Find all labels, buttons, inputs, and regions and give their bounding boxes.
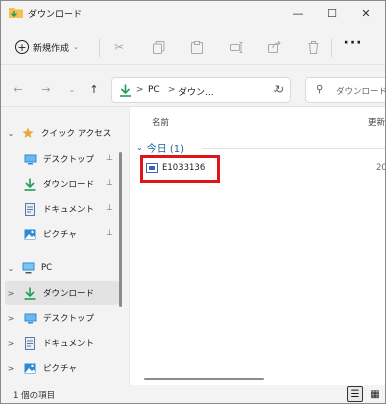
documents-icon [23,336,37,350]
sidebar-item-pc-desktop[interactable]: > デスクトップ [5,306,119,330]
sidebar-item-quick-access[interactable]: ⌄ クイック アクセス [5,121,119,145]
download-icon [23,178,37,191]
file-date: 2022 [376,163,386,173]
maximize-button[interactable]: ☐ [317,1,347,25]
minimize-button[interactable]: — [283,1,313,25]
folder-icon [9,8,23,18]
documents-icon [23,202,37,216]
refresh-icon[interactable]: ↻ [275,83,284,96]
toolbar-divider [331,39,332,57]
sidebar-item-label: ドキュメント [43,339,95,349]
title-bar: ダウンロード — ☐ ✕ [1,1,385,25]
sidebar-item-label: デスクトップ [43,155,95,165]
up-button[interactable]: ↑ [85,80,103,98]
back-button[interactable]: ← [9,80,27,98]
desktop-icon [23,153,37,166]
recent-locations-button[interactable]: ⌄ [63,80,81,98]
address-bar[interactable]: > PC > ダウン... ⌄ [111,77,291,103]
tiles-view-button[interactable]: ▦ [367,386,383,402]
pictures-icon [23,228,37,241]
file-name: E1033136 [162,163,206,173]
column-header-name[interactable]: 名前 [152,116,169,128]
group-divider [202,148,385,149]
file-row[interactable]: E1033136 2022 [136,155,386,183]
sidebar-item-documents[interactable]: ドキュメント ⊥ [5,197,119,221]
chevron-right-icon[interactable]: > [5,364,17,373]
pin-icon[interactable]: ⊥ [106,153,113,162]
paste-icon[interactable] [187,37,207,57]
sidebar-item-pictures[interactable]: ピクチャ ⊥ [5,222,119,246]
desktop-icon [23,312,37,325]
sidebar-item-label: ピクチャ [43,364,77,374]
pin-icon[interactable]: ⊥ [106,203,113,212]
new-button-label: 新規作成 [33,43,70,54]
chevron-down-icon[interactable]: ⌄ [5,264,17,273]
pictures-icon [23,362,37,375]
pin-icon[interactable]: ⊥ [106,178,113,187]
forward-button[interactable]: → [37,80,55,98]
window-title: ダウンロード [28,10,83,20]
sidebar-item-pc[interactable]: ⌄ PC [5,256,119,280]
chevron-down-icon: ⌄ [73,43,79,51]
search-box[interactable]: ⚲ ダウンロードの [305,77,385,103]
star-icon [21,127,35,140]
download-icon [23,287,37,300]
horizontal-scrollbar[interactable] [144,378,264,380]
sidebar-item-label: ダウンロード [43,180,95,190]
delete-icon[interactable] [303,37,323,57]
sidebar-item-pc-pictures[interactable]: > ピクチャ [5,356,119,380]
breadcrumb-downloads[interactable]: ダウン... [178,85,214,98]
group-label: 今日 (1) [146,144,185,155]
close-button[interactable]: ✕ [351,1,381,25]
breadcrumb-separator: > [168,85,176,95]
sidebar-item-label: ドキュメント [43,205,95,215]
navigation-pane-scrollbar[interactable] [119,152,122,307]
chevron-right-icon[interactable]: > [5,314,17,323]
sidebar-item-desktop[interactable]: デスクトップ ⊥ [5,147,119,171]
navigation-pane: ⌄ クイック アクセス デスクトップ ⊥ ダウンロード ⊥ ドキュメント ⊥ ピ… [1,113,123,385]
plus-circle-icon: + [15,40,29,54]
pin-icon[interactable]: ⊥ [106,228,113,237]
sidebar-item-label: デスクトップ [43,314,95,324]
breadcrumb-separator: > [136,85,144,95]
copy-icon[interactable] [149,37,169,57]
rename-icon[interactable] [226,37,246,57]
sidebar-item-label: PC [41,263,53,273]
download-icon [120,84,131,97]
search-placeholder: ダウンロードの [336,87,385,97]
item-count: 1 個の項目 [13,391,56,401]
cut-icon[interactable]: ✂ [109,37,129,57]
sidebar-item-label: ダウンロード [43,289,95,299]
explorer-window: ダウンロード — ☐ ✕ + 新規作成 ⌄ ✂ ··· ← → ⌄ ↑ > PC… [0,0,386,404]
chevron-right-icon[interactable]: > [5,289,17,298]
chevron-right-icon[interactable]: > [5,339,17,348]
sidebar-item-pc-downloads[interactable]: > ダウンロード [5,281,119,305]
group-header-today[interactable]: ⌄ 今日 (1) [136,140,184,155]
sidebar-item-downloads[interactable]: ダウンロード ⊥ [5,172,119,196]
sidebar-item-pc-documents[interactable]: > ドキュメント [5,331,119,355]
sidebar-item-label: ピクチャ [43,230,77,240]
share-icon[interactable] [264,37,284,57]
navigation-bar: ← → ⌄ ↑ > PC > ダウン... ⌄ ↻ ⚲ ダウンロードの [1,73,385,107]
details-view-button[interactable]: ☰ [347,386,363,402]
breadcrumb-pc[interactable]: PC [148,85,160,95]
chevron-down-icon: ⌄ [136,143,143,152]
column-header-modified[interactable]: 更新 [368,116,385,128]
setup-file-icon [146,163,158,173]
pc-icon [21,262,35,275]
sidebar-item-label: クイック アクセス [41,129,112,139]
toolbar-divider [99,39,100,57]
status-bar: 1 個の項目 ☰ ▦ [1,385,385,403]
chevron-down-icon[interactable]: ⌄ [5,129,17,138]
more-options-button[interactable]: ··· [341,36,365,57]
new-button[interactable]: + 新規作成 ⌄ [11,37,83,57]
command-bar: + 新規作成 ⌄ ✂ ··· [1,29,385,65]
file-list: 名前 更新 ⌄ 今日 (1) E1033136 2022 [129,107,385,385]
search-icon: ⚲ [316,84,324,95]
